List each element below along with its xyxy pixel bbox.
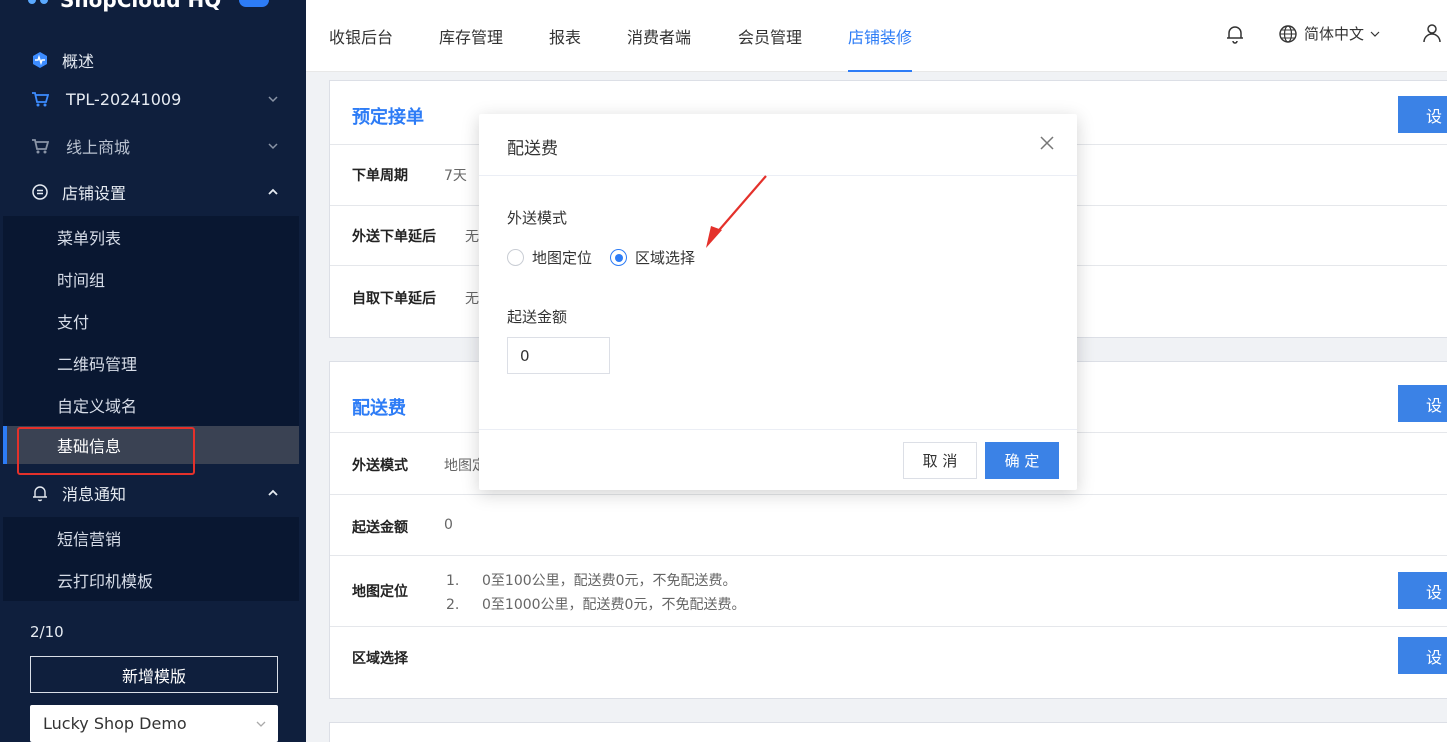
shop-select-value: Lucky Shop Demo — [43, 714, 187, 733]
shop-select[interactable]: Lucky Shop Demo — [30, 705, 278, 742]
dialog-footer: 取 消 确 定 — [479, 429, 1077, 490]
dialog-header: 配送费 — [479, 114, 1077, 176]
sidebar: ShopCloud HQ 概述 TPL-20241009 线上商城 店铺设置 菜… — [0, 0, 306, 742]
list-item: 2. 0至1000公里，配送费0元，不免配送费。 — [446, 597, 746, 613]
sidebar-item-store-settings[interactable]: 店铺设置 — [0, 172, 306, 212]
sidebar-subitem-custom-domain[interactable]: 自定义域名 — [3, 384, 299, 426]
row-value: 无 — [465, 291, 479, 307]
sidebar-item-template[interactable]: TPL-20241009 — [0, 79, 306, 119]
chevron-up-icon — [268, 489, 278, 496]
template-count: 2/10 — [30, 623, 64, 641]
chevron-down-icon — [1370, 31, 1380, 37]
sidebar-item-label: 线上商城 — [66, 138, 131, 157]
tab-inventory[interactable]: 库存管理 — [439, 0, 503, 72]
sidebar-item-label: 店铺设置 — [62, 184, 127, 203]
sidebar-item-online-store[interactable]: 线上商城 — [0, 126, 306, 166]
card-title: 预定接单 — [352, 107, 424, 128]
globe-icon — [1279, 24, 1297, 43]
sidebar-item-label: 概述 — [62, 52, 95, 71]
notifications-submenu: 短信营销 云打印机模板 — [3, 517, 299, 601]
sidebar-item-notifications[interactable]: 消息通知 — [0, 473, 306, 513]
chevron-down-icon — [268, 96, 278, 103]
list-item: 1. 0至100公里，配送费0元，不免配送费。 — [446, 573, 737, 589]
chevron-up-icon — [268, 188, 278, 195]
sidebar-subitem-menu-list[interactable]: 菜单列表 — [3, 216, 299, 258]
table-row: 起送金额 0 — [330, 494, 1447, 555]
dialog-title: 配送费 — [507, 139, 558, 159]
tab-store-decoration[interactable]: 店铺装修 — [848, 0, 913, 72]
list-item-text: 0至1000公里，配送费0元，不免配送费。 — [482, 597, 746, 613]
row-label: 外送下单延后 — [352, 229, 436, 245]
brand-logo-icon — [28, 0, 48, 4]
brand: ShopCloud HQ — [28, 0, 270, 14]
sidebar-item-label: TPL-20241009 — [66, 89, 182, 109]
cart-icon — [31, 90, 49, 108]
next-card — [329, 722, 1447, 742]
settings-circle-icon — [31, 183, 49, 201]
row-label: 自取下单延后 — [352, 291, 436, 307]
cart-icon — [31, 137, 49, 155]
language-label: 简体中文 — [1304, 25, 1365, 43]
list-item-text: 0至100公里，配送费0元，不免配送费。 — [482, 573, 737, 589]
row-label: 外送模式 — [352, 458, 408, 474]
confirm-button[interactable]: 确 定 — [985, 442, 1059, 479]
card-title: 配送费 — [352, 398, 406, 419]
bell-icon[interactable] — [1226, 24, 1244, 44]
user-icon[interactable] — [1422, 23, 1442, 43]
radio-label: 地图定位 — [532, 249, 593, 267]
table-row: 区域选择 设 — [330, 626, 1447, 699]
sidebar-item-label: 消息通知 — [62, 485, 127, 504]
sidebar-subitem-basic-info[interactable]: 基础信息 — [3, 426, 299, 464]
min-amount-label: 起送金额 — [507, 308, 568, 326]
row-label: 区域选择 — [352, 651, 408, 667]
radio-label: 区域选择 — [635, 249, 696, 267]
delivery-mode-radio-group: 地图定位 区域选择 — [507, 247, 695, 268]
chevron-down-icon — [256, 721, 266, 727]
delivery-mode-label: 外送模式 — [507, 209, 568, 227]
chevron-down-icon — [268, 143, 278, 150]
min-amount-input[interactable] — [507, 337, 610, 374]
cancel-button[interactable]: 取 消 — [903, 442, 977, 479]
store-settings-submenu: 菜单列表 时间组 支付 二维码管理 自定义域名 基础信息 — [3, 216, 299, 464]
tab-cashier[interactable]: 收银后台 — [329, 0, 393, 72]
brand-name: ShopCloud HQ — [60, 0, 222, 12]
tab-reports[interactable]: 报表 — [549, 0, 581, 72]
settings-button[interactable]: 设 — [1398, 96, 1447, 133]
row-label: 地图定位 — [352, 584, 408, 600]
brand-badge — [239, 0, 270, 7]
sidebar-subitem-time-group[interactable]: 时间组 — [3, 258, 299, 300]
table-row: 地图定位 1. 0至100公里，配送费0元，不免配送费。 2. 0至1000公里，配… — [330, 555, 1447, 626]
tab-members[interactable]: 会员管理 — [738, 0, 802, 72]
delivery-fee-dialog: 配送费 外送模式 地图定位 区域选择 起送金额 取 消 确 定 — [479, 114, 1077, 490]
row-value: 无 — [465, 229, 479, 245]
language-selector[interactable]: 简体中文 — [1278, 23, 1380, 44]
settings-button[interactable]: 设 — [1398, 572, 1447, 609]
settings-button[interactable]: 设 — [1398, 637, 1447, 674]
bell-icon — [31, 484, 49, 502]
sidebar-subitem-sms-marketing[interactable]: 短信营销 — [3, 517, 299, 559]
top-nav: 收银后台 库存管理 报表 消费者端 会员管理 店铺装修 简体中文 — [306, 0, 1447, 72]
row-value: 7天 — [444, 168, 467, 184]
row-label: 起送金额 — [352, 520, 408, 536]
close-icon[interactable] — [1039, 135, 1055, 151]
sidebar-subitem-printer-template[interactable]: 云打印机模板 — [3, 559, 299, 601]
radio-circle[interactable] — [610, 249, 628, 266]
sidebar-subitem-payment[interactable]: 支付 — [3, 300, 299, 342]
dashboard-icon — [31, 51, 49, 69]
tab-consumer[interactable]: 消费者端 — [627, 0, 691, 72]
sidebar-subitem-qrcode[interactable]: 二维码管理 — [3, 342, 299, 384]
radio-map-location[interactable]: 地图定位 — [507, 247, 592, 268]
sidebar-item-overview[interactable]: 概述 — [0, 40, 306, 80]
radio-circle[interactable] — [507, 249, 524, 266]
row-label: 下单周期 — [352, 168, 408, 184]
radio-area-selection[interactable]: 区域选择 — [610, 247, 695, 268]
settings-button[interactable]: 设 — [1398, 385, 1447, 422]
row-value: 0 — [444, 517, 453, 533]
new-template-button[interactable]: 新增模版 — [30, 656, 278, 693]
